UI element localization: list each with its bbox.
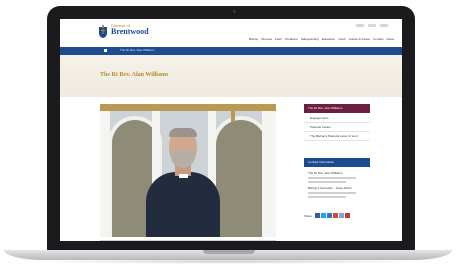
nav-item-vocations[interactable]: Vocations	[285, 37, 298, 41]
main-nav: Bishop Diocese Faith Vocations Safeguard…	[249, 37, 394, 41]
utility-link[interactable]	[368, 24, 376, 27]
utility-link[interactable]	[380, 24, 388, 27]
nav-item-contact[interactable]: Contact	[373, 37, 383, 41]
nav-item-faith[interactable]: Faith	[275, 37, 282, 41]
nav-item-education[interactable]: Education	[322, 37, 335, 41]
sidebar-links: Engagements Pastoral Letters The Bishop'…	[304, 114, 370, 141]
breadcrumb-bar: The Rt Rev. Alan Williams	[60, 47, 402, 55]
breadcrumb[interactable]: The Rt Rev. Alan Williams	[120, 48, 154, 52]
diocese-crest-icon[interactable]	[98, 25, 108, 39]
contact-title: Contact Information	[304, 158, 370, 167]
bishop-photo	[100, 104, 276, 237]
church-pillar	[262, 104, 276, 237]
sidebar-item-lent-letter[interactable]: The Bishop's Pastoral Letter of Lent	[304, 132, 370, 141]
page-banner: The Rt Rev. Alan Williams	[60, 55, 402, 97]
contact-secretary: Bishop's Secretary - Janet Smith	[308, 186, 352, 190]
nav-item-diocese[interactable]: Diocese	[261, 37, 272, 41]
nav-item-justice[interactable]: Justice & Peace	[349, 37, 371, 41]
site-header: Diocese of Brentwood Bishop Diocese Fait…	[60, 19, 402, 47]
sidebar-item-engagements[interactable]: Engagements	[304, 114, 370, 123]
nav-item-news[interactable]: News	[386, 37, 394, 41]
laptop-shadow	[24, 259, 434, 264]
sidebar-item-pastoral-letters[interactable]: Pastoral Letters	[304, 123, 370, 132]
body-text-line	[100, 240, 276, 241]
facebook-icon[interactable]	[315, 213, 321, 218]
nav-item-bishop[interactable]: Bishop	[249, 37, 258, 41]
laptop-notch	[203, 250, 255, 254]
share-label: Share	[304, 213, 313, 218]
sidebar-section-title: The Rt Rev. Alan Williams	[304, 104, 370, 113]
linkedin-icon[interactable]	[327, 213, 333, 218]
share-bar: Share	[304, 213, 351, 218]
church-ornament	[231, 104, 235, 122]
church-frieze	[100, 104, 276, 111]
laptop-screen: Diocese of Brentwood Bishop Diocese Fait…	[60, 19, 402, 241]
nav-item-youth[interactable]: Youth	[338, 37, 346, 41]
utility-link[interactable]	[356, 24, 364, 27]
clerical-collar	[179, 174, 188, 178]
contact-detail	[308, 177, 356, 179]
contact-info: The Rt Rev. Alan Williams Bishop's Secre…	[308, 171, 368, 200]
contact-detail	[308, 192, 356, 194]
nav-item-safeguarding[interactable]: Safeguarding	[301, 37, 319, 41]
email-icon[interactable]	[339, 213, 345, 218]
bishop-body	[146, 172, 220, 237]
site-brand[interactable]: Diocese of Brentwood	[111, 24, 149, 36]
church-pillar	[100, 104, 110, 237]
google-plus-icon[interactable]	[333, 213, 339, 218]
contact-detail	[308, 196, 346, 198]
brand-name: Brentwood	[111, 27, 149, 36]
webcam-icon	[233, 10, 236, 13]
contact-name: The Rt Rev. Alan Williams	[308, 171, 343, 175]
home-icon[interactable]	[104, 49, 107, 52]
contact-detail	[308, 181, 346, 183]
twitter-icon[interactable]	[321, 213, 327, 218]
utility-links	[356, 24, 388, 27]
bishop-hair	[169, 128, 197, 137]
bishop-beard	[171, 150, 195, 168]
pinterest-icon[interactable]	[345, 213, 351, 218]
page-title: The Rt Rev. Alan Williams	[100, 72, 169, 78]
